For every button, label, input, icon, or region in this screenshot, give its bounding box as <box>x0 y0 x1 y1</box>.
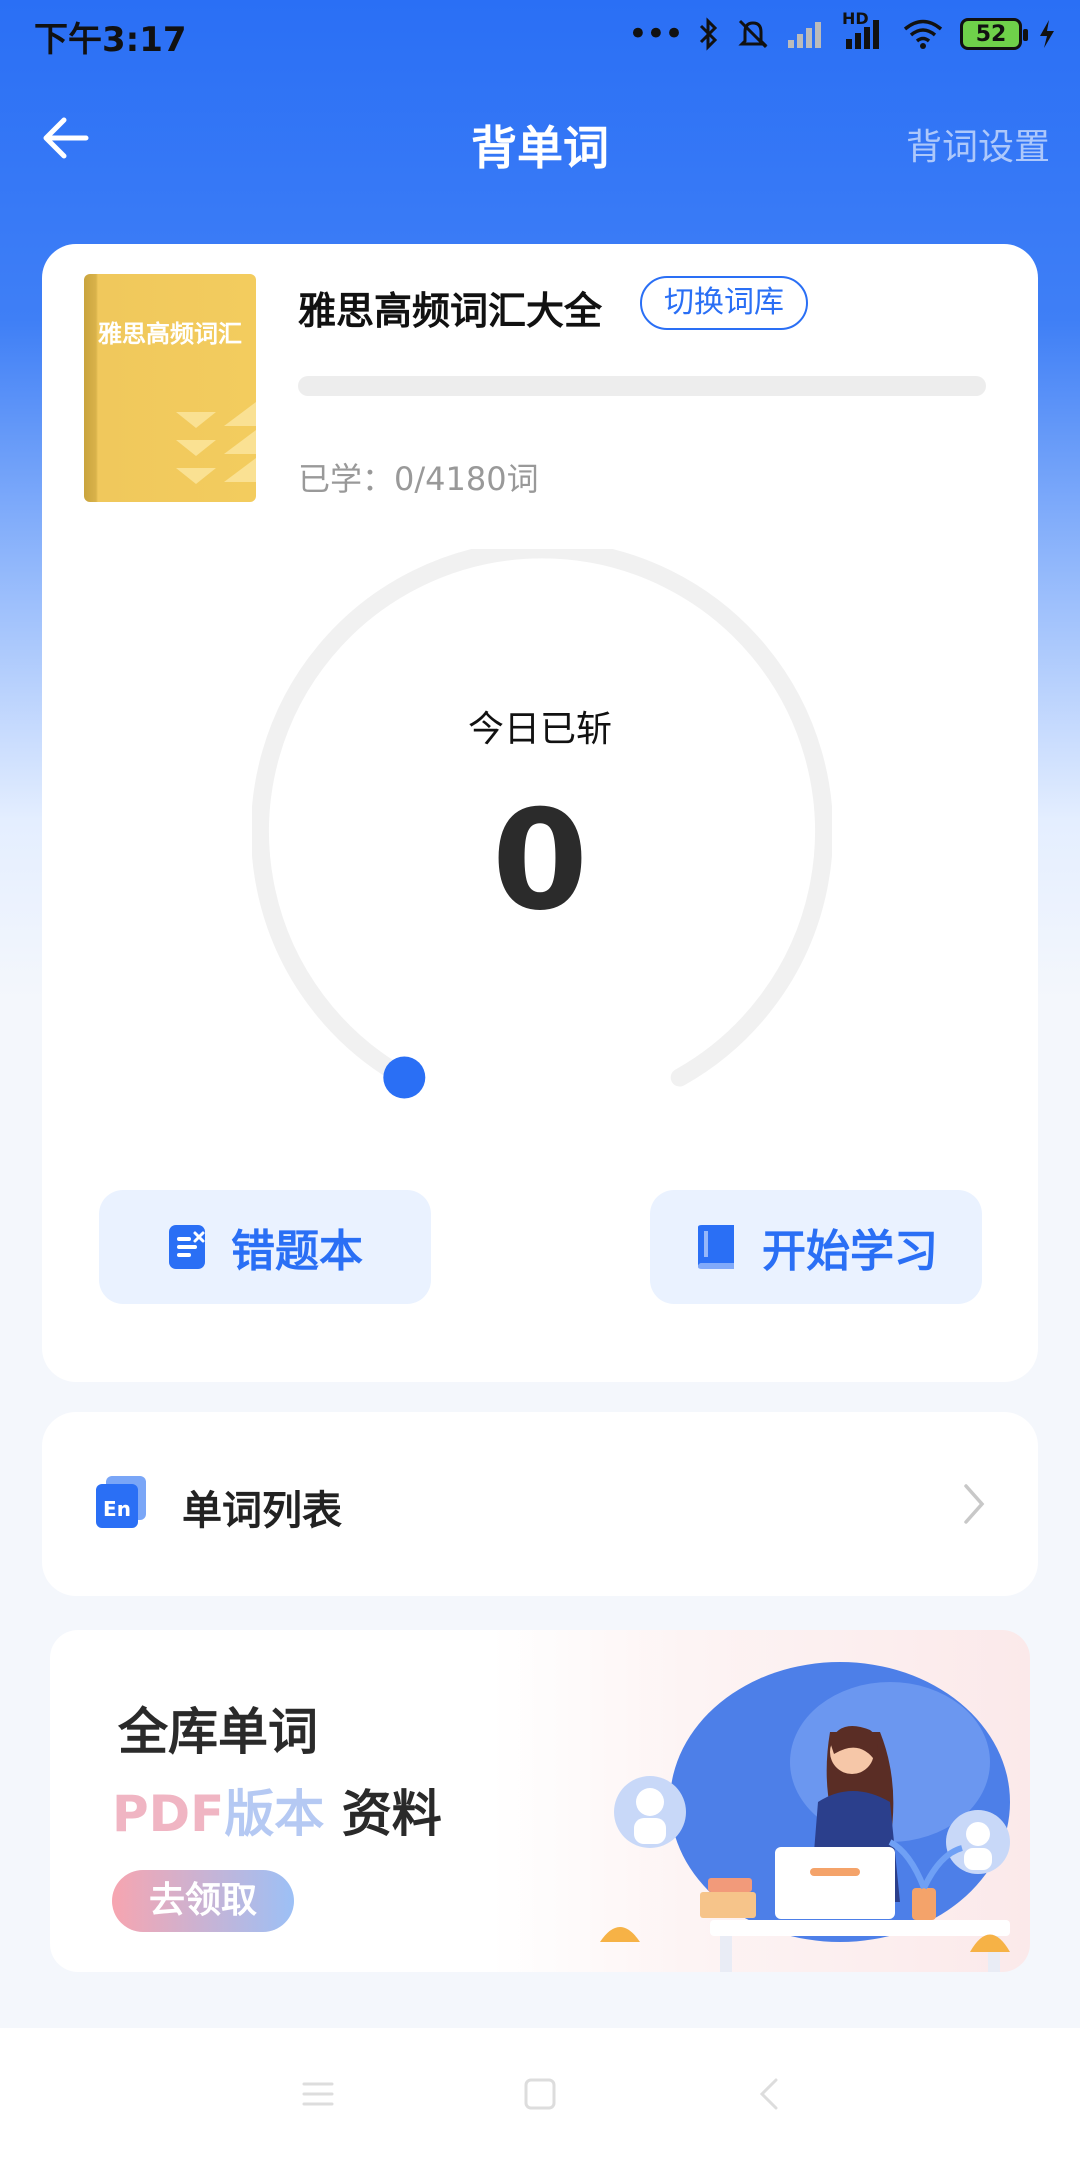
signal-full-icon <box>846 20 879 49</box>
bluetooth-icon <box>699 17 718 51</box>
banner-pdf-text: PDF <box>112 1785 225 1843</box>
word-list-row[interactable]: En 单词列表 <box>42 1412 1038 1596</box>
today-count: 0 <box>491 780 589 941</box>
book-icon <box>698 1225 734 1269</box>
start-learning-button[interactable]: 开始学习 <box>650 1190 982 1304</box>
mistakes-icon <box>169 1225 205 1269</box>
mute-bell-icon <box>738 19 768 49</box>
app-header: 背单词 背词设置 <box>0 70 1080 210</box>
book-cover-title: 雅思高频词汇 <box>98 320 242 348</box>
back-chevron-icon[interactable] <box>752 2076 788 2112</box>
learn-progress-bar <box>298 376 986 396</box>
switch-wordbank-button[interactable]: 切换词库 <box>640 276 808 330</box>
mistakes-book-label: 错题本 <box>231 1226 363 1277</box>
wifi-icon <box>903 19 943 49</box>
banner-headline: 全库单词 <box>118 1703 318 1761</box>
signal-weak-icon <box>788 22 821 48</box>
banner-material-text: 资料 <box>341 1785 442 1843</box>
book-cover: 雅思高频词汇 <box>84 274 256 502</box>
study-card: 雅思高频词汇 雅思高频词汇大全 切换词库 已学：0/4180词 今日已斩 0 错… <box>42 244 1038 1382</box>
en-icon-text: En <box>103 1497 131 1521</box>
hd-label: HD <box>842 9 886 51</box>
today-label: 今日已斩 <box>467 709 612 750</box>
pdf-promo-banner[interactable]: 全库单词 PDF版本 资料 去领取 <box>50 1630 1030 1972</box>
battery-icon: 52 <box>960 18 1028 50</box>
mistakes-book-button[interactable]: 错题本 <box>99 1190 431 1304</box>
english-dictionary-icon: En <box>96 1476 146 1528</box>
status-icons: ••• HD 52 <box>627 9 1056 54</box>
word-list-label: 单词列表 <box>182 1488 342 1534</box>
status-bar: 下午3:17 ••• HD 52 <box>0 0 1080 70</box>
more-dots-icon: ••• <box>627 14 684 54</box>
home-square-icon[interactable] <box>522 2076 558 2112</box>
menu-icon[interactable] <box>300 2076 336 2112</box>
person-at-laptop-illustration <box>600 1662 1010 1972</box>
start-learning-label: 开始学习 <box>762 1226 938 1277</box>
charging-icon <box>1040 20 1054 48</box>
system-nav-bar <box>0 2028 1080 2160</box>
learned-count: 已学：0/4180词 <box>298 460 539 498</box>
claim-button[interactable]: 去领取 <box>112 1870 294 1932</box>
book-name: 雅思高频词汇大全 <box>298 289 603 333</box>
banner-subheadline: PDF版本 资料 <box>112 1774 442 1846</box>
word-settings-link[interactable]: 背词设置 <box>906 118 1050 170</box>
banner-version-text: 版本 <box>224 1785 325 1843</box>
status-time: 下午3:17 <box>34 20 187 60</box>
chevron-right-icon <box>964 1484 985 1524</box>
book-cover-pattern <box>176 402 256 484</box>
progress-ring-knob <box>383 1056 426 1099</box>
